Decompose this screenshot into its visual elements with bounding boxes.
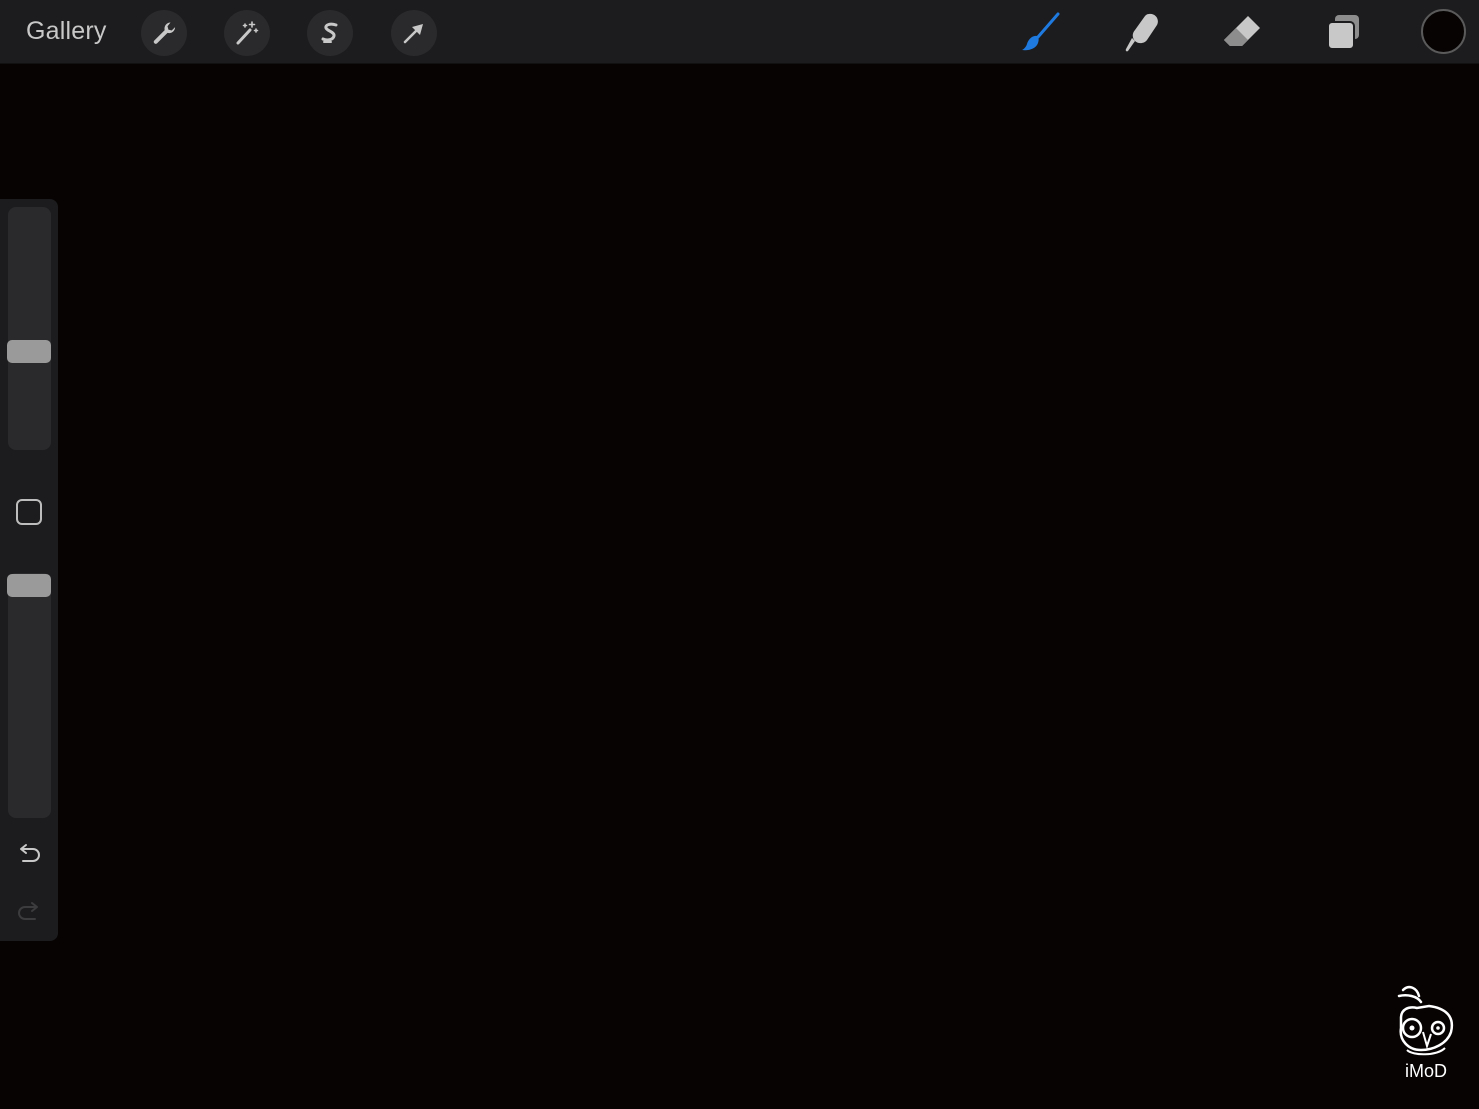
brush-size-slider[interactable] (8, 207, 51, 450)
selection-s-icon (321, 22, 338, 43)
modify-button[interactable] (16, 499, 42, 525)
wrench-icon (153, 22, 176, 44)
adjustments-button[interactable] (224, 10, 270, 56)
redo-arrow-icon (18, 902, 38, 920)
layers-button[interactable] (1319, 8, 1367, 56)
drawing-canvas[interactable] (0, 65, 1479, 1109)
brush-button[interactable] (1016, 8, 1064, 56)
owl-logo-icon (1397, 985, 1454, 1056)
layers-icon (1327, 15, 1359, 50)
smudge-button[interactable] (1117, 8, 1165, 56)
brush-icon (1022, 12, 1060, 51)
opacity-slider-thumb[interactable] (7, 574, 51, 597)
imod-watermark-logo: iMoD (1393, 982, 1459, 1086)
arrow-cursor-icon (403, 24, 423, 44)
magic-wand-icon (236, 21, 259, 45)
gallery-button[interactable]: Gallery (26, 17, 107, 46)
left-sidebar (0, 199, 58, 941)
brush-size-slider-thumb[interactable] (7, 340, 51, 363)
selection-button[interactable] (307, 10, 353, 56)
actions-button[interactable] (141, 10, 187, 56)
opacity-slider[interactable] (8, 573, 51, 818)
transform-button[interactable] (391, 10, 437, 56)
undo-arrow-icon (20, 844, 40, 862)
top-toolbar: Gallery (0, 0, 1479, 64)
redo-button[interactable] (14, 898, 44, 928)
color-picker-button[interactable] (1421, 9, 1466, 54)
watermark-text: iMoD (1404, 1061, 1447, 1081)
undo-button[interactable] (14, 840, 44, 870)
eraser-button[interactable] (1218, 8, 1266, 56)
eraser-icon (1224, 16, 1260, 46)
smudge-finger-icon (1125, 13, 1158, 52)
